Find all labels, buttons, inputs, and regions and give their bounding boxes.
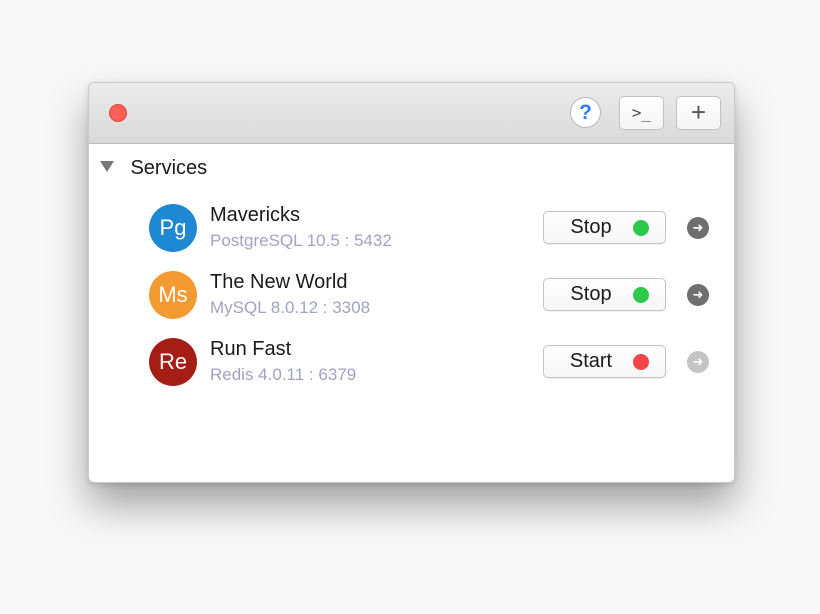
service-name: The New World	[210, 271, 348, 293]
section-title: Services	[130, 157, 208, 179]
disclosure-triangle-icon[interactable]	[100, 161, 114, 172]
action-label: Start	[569, 350, 613, 372]
service-detail: PostgreSQL 10.5 : 5432	[210, 231, 392, 250]
status-indicator-icon	[633, 220, 649, 236]
avatar: Pg	[149, 204, 197, 252]
service-row: Ms The New World MySQL 8.0.12 : 3308 Sto…	[89, 267, 734, 323]
action-label: Stop	[570, 283, 612, 305]
terminal-icon: >_	[631, 103, 652, 122]
avatar: Ms	[149, 271, 197, 319]
arrow-right-circle-icon[interactable]: ➜	[687, 351, 709, 373]
terminal-button[interactable]: >_	[619, 96, 664, 130]
arrow-right-circle-icon[interactable]: ➜	[687, 217, 709, 239]
status-indicator-icon	[633, 287, 649, 303]
help-button[interactable]: ?	[570, 97, 601, 128]
service-detail: Redis 4.0.11 : 6379	[210, 365, 357, 384]
close-icon[interactable]	[109, 104, 127, 122]
titlebar: ? >_ +	[89, 83, 734, 144]
stop-button[interactable]: Stop	[543, 278, 666, 311]
app-window: ? >_ + Services Pg Mavericks PostgreSQL …	[88, 82, 735, 483]
question-mark-icon: ?	[579, 101, 592, 124]
services-section-header[interactable]: Services	[100, 157, 207, 181]
service-name: Run Fast	[210, 338, 292, 360]
status-indicator-icon	[633, 354, 649, 370]
add-service-button[interactable]: +	[676, 96, 721, 130]
service-name: Mavericks	[210, 204, 301, 226]
stop-button[interactable]: Stop	[543, 211, 666, 244]
service-detail: MySQL 8.0.12 : 3308	[210, 298, 371, 317]
plus-icon: +	[690, 97, 707, 127]
service-row: Pg Mavericks PostgreSQL 10.5 : 5432 Stop…	[89, 200, 734, 256]
action-label: Stop	[570, 216, 612, 238]
avatar: Re	[149, 338, 197, 386]
service-row: Re Run Fast Redis 4.0.11 : 6379 Start ➜	[89, 334, 734, 390]
start-button[interactable]: Start	[543, 345, 666, 378]
arrow-right-circle-icon[interactable]: ➜	[687, 284, 709, 306]
